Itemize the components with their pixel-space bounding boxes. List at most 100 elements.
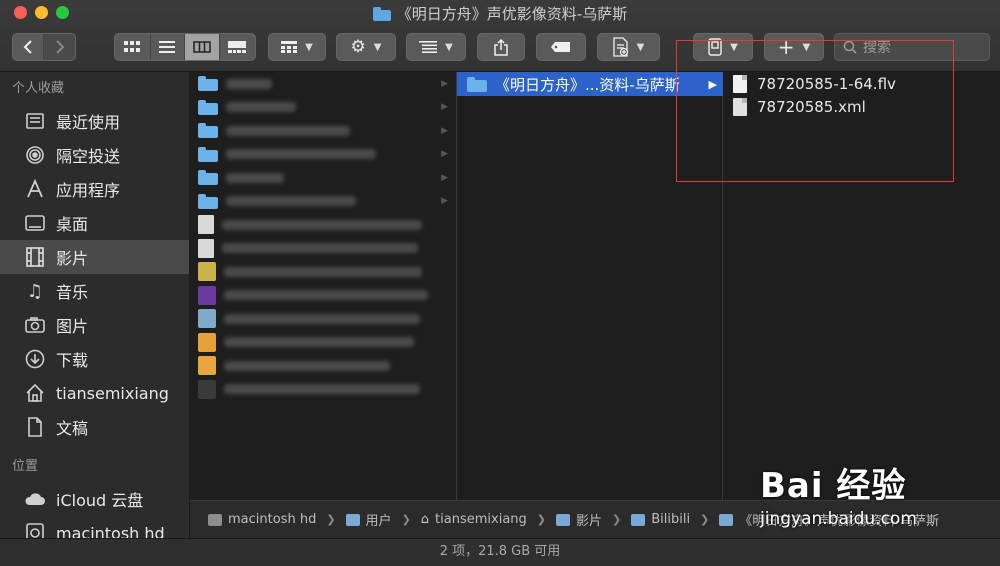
column-view-button[interactable] <box>185 34 220 60</box>
selected-folder-label: 《明日方舟》...资料-乌萨斯 <box>495 75 680 94</box>
path-segment[interactable]: macintosh hd <box>228 512 316 527</box>
list-item[interactable]: ▶ <box>190 190 456 214</box>
list-item[interactable]: ▶ <box>190 72 456 96</box>
disk-icon <box>208 513 222 526</box>
arrange-button[interactable]: ▼ <box>406 33 466 61</box>
clock-icon <box>24 110 46 132</box>
sidebar-item-movies[interactable]: 影片 <box>0 240 189 274</box>
path-separator-icon: ❯ <box>700 513 710 526</box>
path-separator-icon: ❯ <box>326 513 336 526</box>
icon-view-button[interactable] <box>115 34 151 60</box>
file-icon <box>198 285 216 305</box>
gallery-icon <box>228 41 247 53</box>
sidebar-item-label: iCloud 云盘 <box>56 491 144 510</box>
forward-button[interactable] <box>44 34 75 60</box>
group-button[interactable]: ▼ <box>268 33 326 61</box>
path-separator-icon: ❯ <box>401 513 411 526</box>
path-bar: macintosh hd ❯ 用户 ❯ ⌂ tiansemixiang ❯ 影片… <box>190 500 1000 538</box>
folder-icon <box>631 513 646 526</box>
film-icon <box>24 246 46 268</box>
column-1: ▶ ▶ ▶ ▶ ▶ ▶ <box>190 72 457 500</box>
sidebar-item-desktop[interactable]: 桌面 <box>0 206 189 240</box>
file-icon <box>198 356 216 376</box>
folder-icon <box>719 513 734 526</box>
list-item[interactable]: ▶ <box>190 119 456 143</box>
sidebar-item-label: 影片 <box>56 249 89 268</box>
arrange-icon <box>419 41 438 53</box>
list-item[interactable] <box>190 213 456 237</box>
new-document-button[interactable]: ▼ <box>597 33 660 61</box>
cloud-icon <box>24 488 46 510</box>
sidebar-item-downloads[interactable]: 下载 <box>0 342 189 376</box>
folder-icon <box>198 193 218 209</box>
list-item[interactable]: ▶ <box>190 96 456 120</box>
sidebar-item-label: 最近使用 <box>56 113 121 132</box>
highlight-box <box>676 40 954 182</box>
file-icon <box>198 379 216 399</box>
tag-icon <box>551 42 570 52</box>
sidebar-item-pictures[interactable]: 图片 <box>0 308 189 342</box>
list-item[interactable] <box>190 284 456 308</box>
path-segment[interactable]: tiansemixiang <box>435 512 527 527</box>
path-separator-icon: ❯ <box>612 513 622 526</box>
list-item[interactable] <box>190 307 456 331</box>
list-item[interactable] <box>190 237 456 261</box>
list-view-button[interactable] <box>151 34 186 60</box>
share-button[interactable] <box>477 33 525 61</box>
home-icon: ⌂ <box>420 512 430 527</box>
sidebar-item-home[interactable]: tiansemixiang <box>0 376 189 410</box>
sidebar-item-label: 应用程序 <box>56 181 121 200</box>
folder-icon <box>198 146 218 162</box>
favorites-header: 个人收藏 <box>12 81 65 96</box>
sidebar-item-applications[interactable]: 应用程序 <box>0 172 189 206</box>
list-item[interactable] <box>190 378 456 402</box>
path-segment[interactable]: 《明日方舟》声优影像资料-乌萨斯 <box>739 510 939 529</box>
list-item[interactable] <box>190 354 456 378</box>
folder-icon <box>372 6 391 21</box>
path-segment[interactable]: 用户 <box>366 510 392 529</box>
sidebar-item-music[interactable]: ♫ 音乐 <box>0 274 189 308</box>
sidebar-item-label: 桌面 <box>56 215 89 234</box>
chevron-down-icon: ▼ <box>636 41 645 53</box>
group-grid-icon <box>281 41 298 53</box>
share-icon <box>494 38 508 56</box>
status-text: 2 项，21.8 GB 可用 <box>439 544 561 559</box>
sidebar-item-documents[interactable]: 文稿 <box>0 410 189 444</box>
file-icon <box>198 309 216 329</box>
movies-folder-icon <box>556 513 570 526</box>
document-icon <box>24 416 46 438</box>
nav-buttons <box>12 33 76 61</box>
new-document-icon <box>612 37 628 57</box>
home-icon <box>24 382 46 404</box>
status-bar: 2 项，21.8 GB 可用 <box>0 538 1000 566</box>
list-item[interactable]: ▶ <box>190 166 456 190</box>
sidebar-item-recents[interactable]: 最近使用 <box>0 104 189 138</box>
sidebar: 个人收藏 最近使用 隔空投送 应用程序 桌面 影片 ♫ 音乐 图片 下载 tia… <box>0 72 190 543</box>
file-icon <box>198 332 216 352</box>
download-icon <box>24 348 46 370</box>
list-item[interactable]: ▶ <box>190 143 456 167</box>
path-segment[interactable]: Bilibili <box>651 512 690 527</box>
list-item[interactable] <box>190 260 456 284</box>
sidebar-item-icloud[interactable]: iCloud 云盘 <box>0 482 189 516</box>
users-folder-icon <box>345 513 360 526</box>
sidebar-item-label: 音乐 <box>56 283 89 302</box>
window-title-text: 《明日方舟》声优影像资料-乌萨斯 <box>396 5 628 23</box>
music-icon: ♫ <box>26 280 44 302</box>
back-button[interactable] <box>13 34 45 60</box>
folder-icon <box>198 99 218 115</box>
gallery-view-button[interactable] <box>220 34 255 60</box>
sidebar-item-airdrop[interactable]: 隔空投送 <box>0 138 189 172</box>
list-item[interactable] <box>190 331 456 355</box>
chevron-down-icon: ▼ <box>445 41 453 53</box>
columns-icon <box>193 41 211 53</box>
grid-icon <box>124 41 141 52</box>
folder-icon <box>198 76 218 92</box>
action-button[interactable]: ⚙ ▼ <box>336 33 396 61</box>
file-icon <box>198 215 214 235</box>
chevron-down-icon: ▼ <box>373 41 382 53</box>
view-mode-buttons <box>114 33 256 61</box>
tags-button[interactable] <box>536 33 586 61</box>
file-icon <box>198 238 214 258</box>
path-segment[interactable]: 影片 <box>576 510 602 529</box>
